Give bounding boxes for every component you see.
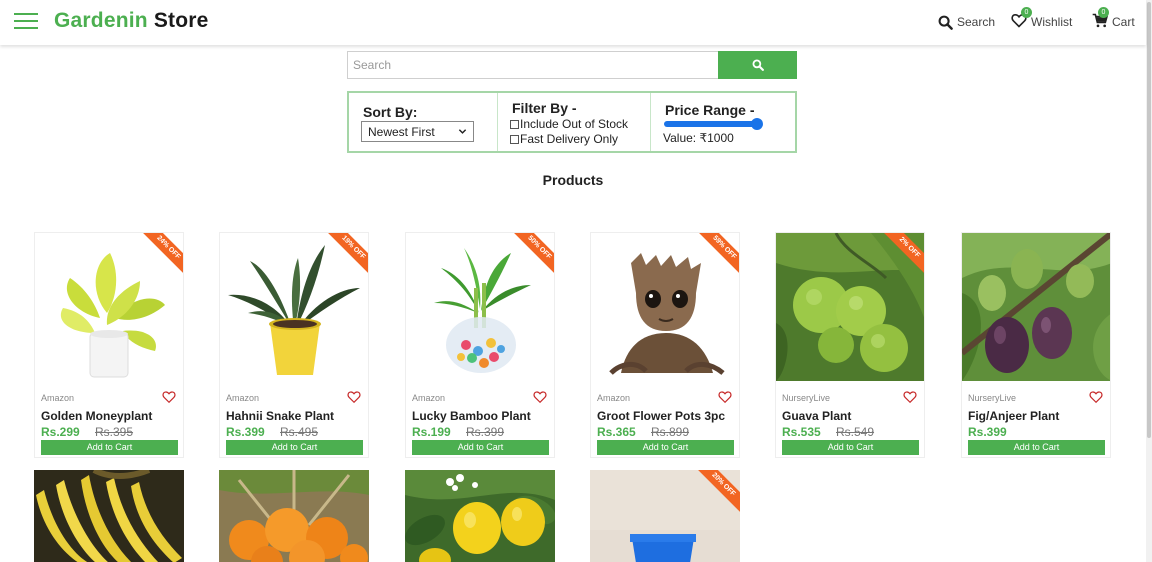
product-card[interactable]: 50% OFF Amazon Lucky Bamboo Plant Rs.199…: [405, 232, 555, 458]
product-mrp: Rs.495: [280, 425, 319, 439]
product-mrp: Rs.549: [836, 425, 875, 439]
cart-count-badge: 0: [1098, 7, 1109, 18]
product-card[interactable]: [34, 470, 184, 562]
product-name[interactable]: Groot Flower Pots 3pc: [597, 409, 725, 423]
add-to-cart-button[interactable]: Add to Cart: [226, 440, 363, 455]
top-header: Gardenin Store Search 0 Wishlist 0 Cart: [0, 0, 1146, 45]
add-to-cart-button[interactable]: Add to Cart: [782, 440, 919, 455]
product-price: Rs.365: [597, 425, 636, 439]
out-of-stock-label: Include Out of Stock: [520, 117, 629, 131]
fast-delivery-label: Fast Delivery Only: [520, 132, 619, 146]
product-image[interactable]: 24% OFF: [35, 233, 183, 381]
product-image[interactable]: [219, 470, 369, 562]
nav-search-link[interactable]: Search: [938, 12, 995, 32]
search-submit-button[interactable]: [718, 51, 797, 79]
add-to-cart-button[interactable]: Add to Cart: [597, 440, 734, 455]
vertical-scrollbar[interactable]: [1146, 0, 1152, 562]
wishlist-heart-icon[interactable]: [347, 390, 361, 404]
add-to-cart-button[interactable]: Add to Cart: [41, 440, 178, 455]
filter-section: Filter By - Include Out of Stock Fast De…: [498, 93, 651, 151]
fast-delivery-checkbox[interactable]: [510, 134, 519, 144]
product-name[interactable]: Fig/Anjeer Plant: [968, 409, 1059, 423]
price-range-slider[interactable]: [664, 118, 763, 130]
brand-name-dark: Store: [153, 9, 209, 32]
fast-delivery-option[interactable]: Fast Delivery Only: [510, 132, 618, 146]
out-of-stock-checkbox[interactable]: [510, 119, 519, 129]
filter-label: Filter By -: [512, 100, 577, 116]
product-price: Rs.399: [968, 425, 1007, 439]
brand-logo[interactable]: Gardenin Store: [54, 9, 209, 33]
product-name[interactable]: Hahnii Snake Plant: [226, 409, 334, 423]
nav-wishlist-label: Wishlist: [1031, 15, 1073, 29]
product-card[interactable]: 59% OFF Amazon Groot Flower Pots 3pc Rs.…: [590, 232, 740, 458]
price-range-value: Value: ₹1000: [663, 131, 734, 145]
product-image[interactable]: 59% OFF: [591, 233, 739, 381]
out-of-stock-option[interactable]: Include Out of Stock: [510, 117, 628, 131]
product-card[interactable]: [219, 470, 369, 562]
product-image[interactable]: [34, 470, 184, 562]
price-section: Price Range - Value: ₹1000: [651, 93, 795, 151]
add-to-cart-button[interactable]: Add to Cart: [412, 440, 549, 455]
product-image[interactable]: [405, 470, 555, 562]
chevron-down-icon: [458, 129, 467, 134]
price-range-label: Price Range -: [665, 102, 755, 118]
product-card[interactable]: 2% OFF NurseryLive Guava Plant Rs.535 Rs…: [775, 232, 925, 458]
nav-cart-link[interactable]: 0 Cart: [1092, 7, 1135, 32]
product-name[interactable]: Guava Plant: [782, 409, 851, 423]
nav-cart-label: Cart: [1112, 15, 1135, 29]
sort-select[interactable]: Newest First: [361, 121, 474, 142]
product-mrp: Rs.899: [651, 425, 690, 439]
wishlist-heart-icon[interactable]: [1089, 390, 1103, 404]
nav-search-label: Search: [957, 15, 996, 29]
search-icon: [752, 59, 764, 71]
product-card[interactable]: 20% OFF: [590, 470, 740, 562]
wishlist-heart-icon[interactable]: [533, 390, 547, 404]
product-image[interactable]: 2% OFF: [776, 233, 924, 381]
product-card[interactable]: NurseryLive Fig/Anjeer Plant Rs.399 Add …: [961, 232, 1111, 458]
wishlist-count-badge: 0: [1021, 7, 1032, 18]
product-name[interactable]: Lucky Bamboo Plant: [412, 409, 531, 423]
add-to-cart-button[interactable]: Add to Cart: [968, 440, 1105, 455]
product-card[interactable]: 24% OFF Amazon Golden Moneyplant Rs.299 …: [34, 232, 184, 458]
nav-wishlist-link[interactable]: 0 Wishlist: [1011, 7, 1073, 32]
product-mrp: Rs.395: [95, 425, 134, 439]
filter-panel: Sort By: Newest First Filter By - Includ…: [347, 91, 797, 153]
product-image[interactable]: 50% OFF: [406, 233, 554, 381]
seller-name: NurseryLive: [782, 393, 831, 403]
wishlist-heart-icon[interactable]: [162, 390, 176, 404]
sort-section: Sort By: Newest First: [349, 93, 498, 151]
scrollbar-thumb[interactable]: [1147, 2, 1151, 438]
product-card[interactable]: 19% OFF Amazon Hahnii Snake Plant Rs.399…: [219, 232, 369, 458]
seller-name: NurseryLive: [968, 393, 1017, 403]
product-price: Rs.299: [41, 425, 80, 439]
wishlist-heart-icon[interactable]: [718, 390, 732, 404]
sort-selected-value: Newest First: [368, 124, 435, 139]
hamburger-menu-icon[interactable]: [14, 13, 38, 30]
product-search-input[interactable]: [347, 51, 719, 79]
product-image[interactable]: [962, 233, 1110, 381]
products-heading: Products: [542, 172, 604, 188]
product-card[interactable]: [405, 470, 555, 562]
product-price: Rs.199: [412, 425, 451, 439]
product-image[interactable]: 19% OFF: [220, 233, 368, 381]
slider-handle[interactable]: [751, 118, 763, 130]
search-icon: [938, 15, 953, 30]
seller-name: Amazon: [597, 393, 631, 403]
seller-name: Amazon: [226, 393, 260, 403]
product-image[interactable]: 20% OFF: [590, 470, 740, 562]
product-mrp: Rs.399: [466, 425, 505, 439]
seller-name: Amazon: [412, 393, 446, 403]
wishlist-heart-icon[interactable]: [903, 390, 917, 404]
seller-name: Amazon: [41, 393, 75, 403]
product-name[interactable]: Golden Moneyplant: [41, 409, 152, 423]
product-price: Rs.399: [226, 425, 265, 439]
sort-label: Sort By:: [363, 104, 418, 120]
product-price: Rs.535: [782, 425, 821, 439]
brand-name-green: Gardenin: [54, 9, 148, 32]
